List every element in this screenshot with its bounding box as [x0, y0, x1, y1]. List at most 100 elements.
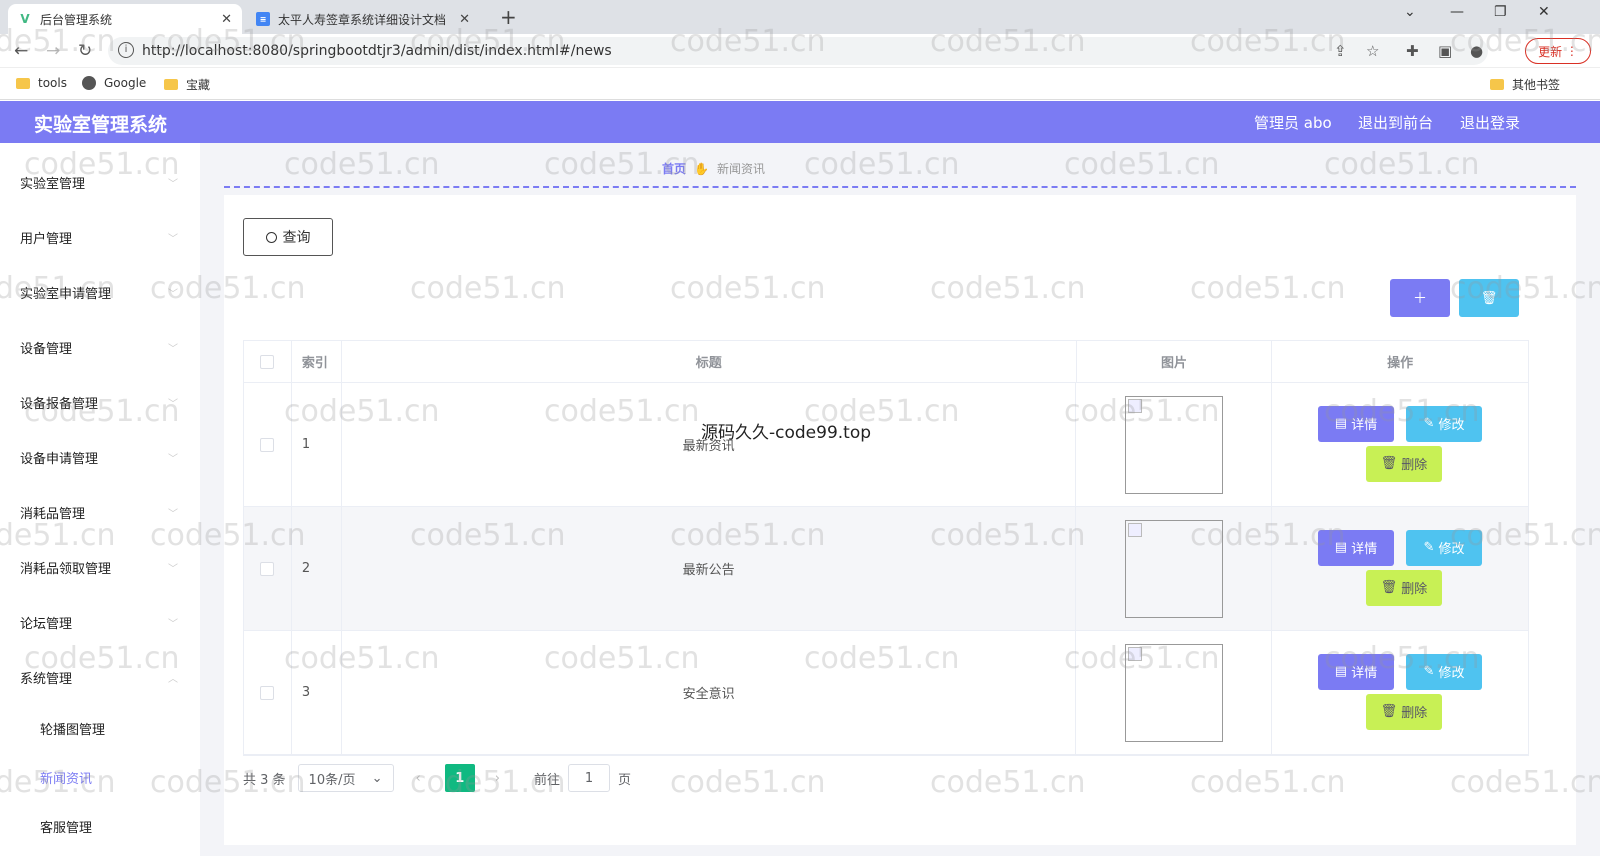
news-table: 索引 标题 图片 操作 1 最新资讯 ▤ 详情 ✎ 修改 🗑 删除 2 最新公告…: [243, 340, 1529, 756]
star-icon[interactable]: ☆: [1366, 42, 1379, 60]
bookmark-tools[interactable]: tools: [16, 76, 67, 90]
page-size-select[interactable]: 10条/页 ⌄: [297, 764, 394, 792]
prev-page-icon[interactable]: ‹: [416, 771, 421, 786]
browser-tab-admin[interactable]: V 后台管理系统 ✕: [8, 4, 242, 34]
row-actions: ▤ 详情 ✎ 修改 🗑 删除: [1272, 383, 1528, 506]
chevron-down-icon[interactable]: ⌄: [1404, 4, 1416, 20]
delete-button[interactable]: 🗑 删除: [1365, 445, 1442, 482]
row-title: 安全意识: [342, 631, 1077, 754]
sidebar-subitem-news[interactable]: 新闻资讯: [40, 768, 92, 787]
breadcrumb: 首页 ✋ 新闻资讯: [662, 160, 765, 177]
sidebar: 实验室管理 ﹀ 用户管理 ﹀ 实验室申请管理 ﹀ 设备管理 ﹀ 设备报备管理 ﹀…: [0, 143, 200, 856]
sidebar-item-lab-apply[interactable]: 实验室申请管理: [20, 283, 111, 302]
update-button[interactable]: 更新 ⋮: [1525, 38, 1591, 64]
logout-link[interactable]: 退出登录: [1460, 112, 1520, 133]
next-page-icon[interactable]: ›: [495, 771, 500, 786]
new-tab-icon[interactable]: +: [500, 5, 517, 29]
close-icon[interactable]: ✕: [221, 12, 232, 27]
sidebar-subitem-service[interactable]: 客服管理: [40, 817, 92, 836]
sidebar-item-consumable-claim[interactable]: 消耗品领取管理: [20, 558, 111, 577]
page-unit-label: 页: [617, 772, 631, 788]
sidebar-item-lab[interactable]: 实验室管理: [20, 173, 85, 192]
sidebar-item-system[interactable]: 系统管理: [20, 668, 72, 687]
row-image-cell: [1076, 383, 1272, 506]
reload-icon[interactable]: ↻: [78, 41, 92, 61]
table-row: 1 最新资讯 ▤ 详情 ✎ 修改 🗑 删除: [244, 383, 1528, 507]
bookmark-other[interactable]: 其他书签: [1490, 76, 1560, 93]
goto-label: 前往: [533, 772, 560, 788]
header-title: 标题: [342, 341, 1077, 382]
chevron-up-icon: ︿: [168, 674, 178, 685]
pager-total: 共 3 条: [243, 772, 286, 788]
batch-delete-button[interactable]: 🗑: [1459, 279, 1519, 317]
vue-icon: V: [20, 12, 30, 26]
extensions-icon[interactable]: ✚: [1406, 42, 1419, 60]
delete-button[interactable]: 🗑 删除: [1365, 569, 1442, 606]
row-image-cell: [1076, 631, 1272, 754]
chevron-down-icon: ﹀: [168, 564, 178, 575]
pencil-icon: ✎: [1423, 664, 1439, 679]
app-header: 实验室管理系统 管理员 abo 退出到前台 退出登录: [0, 101, 1600, 143]
query-button[interactable]: 查询: [243, 218, 333, 256]
back-arrow-icon[interactable]: ←: [14, 41, 28, 61]
chevron-down-icon: ﹀: [168, 289, 178, 300]
goto-page-input[interactable]: 1: [567, 764, 610, 792]
sidebar-subitem-carousel[interactable]: 轮播图管理: [40, 719, 105, 738]
row-title: 最新公告: [342, 507, 1077, 630]
tab-title: 后台管理系统: [40, 12, 113, 27]
delete-button[interactable]: 🗑 删除: [1365, 693, 1442, 730]
table-row: 3 安全意识 ▤ 详情 ✎ 修改 🗑 删除: [244, 631, 1528, 755]
bookmark-label: tools: [38, 76, 67, 90]
sidebar-item-devices[interactable]: 设备管理: [20, 338, 72, 357]
detail-button[interactable]: ▤ 详情: [1317, 653, 1394, 690]
restore-icon[interactable]: ❐: [1494, 4, 1507, 20]
bookmark-label: 其他书签: [1512, 78, 1561, 92]
browser-tab-doc[interactable]: ≡ 太平人寿签章系统详细设计文档 ✕: [246, 4, 480, 34]
pencil-icon: ✎: [1423, 416, 1439, 431]
minimize-icon[interactable]: —: [1450, 4, 1464, 20]
chevron-down-icon: ﹀: [168, 454, 178, 465]
overlay-text: 源码久久-code99.top: [701, 423, 872, 443]
plus-icon: ＋: [1413, 291, 1427, 307]
sidebar-item-forum[interactable]: 论坛管理: [20, 613, 72, 632]
bookmark-label: 宝藏: [186, 78, 211, 92]
row-checkbox[interactable]: [260, 561, 275, 576]
sidebar-item-device-apply[interactable]: 设备申请管理: [20, 448, 98, 467]
globe-icon: [82, 76, 96, 90]
page-number-current[interactable]: 1: [444, 764, 475, 792]
sidebar-item-users[interactable]: 用户管理: [20, 228, 72, 247]
share-icon[interactable]: ⇪: [1334, 42, 1347, 60]
detail-button[interactable]: ▤ 详情: [1317, 405, 1394, 442]
row-select-cell: [244, 507, 292, 630]
window-close-icon[interactable]: ✕: [1538, 4, 1550, 20]
app-title: 实验室管理系统: [34, 114, 168, 136]
sidebar-item-consumables[interactable]: 消耗品管理: [20, 503, 85, 522]
dashed-divider: [224, 186, 1576, 188]
row-checkbox[interactable]: [260, 685, 275, 700]
select-all-checkbox[interactable]: [260, 354, 275, 369]
detail-button[interactable]: ▤ 详情: [1317, 529, 1394, 566]
address-bar[interactable]: i http://localhost:8080/springbootdtjr3/…: [108, 37, 1488, 65]
close-icon[interactable]: ✕: [459, 12, 470, 27]
row-select-cell: [244, 383, 292, 506]
edit-button[interactable]: ✎ 修改: [1405, 529, 1482, 566]
row-checkbox[interactable]: [260, 437, 275, 452]
chevron-down-icon: ﹀: [168, 509, 178, 520]
back-to-front-link[interactable]: 退出到前台: [1358, 112, 1433, 133]
delete-label: 删除: [1401, 458, 1428, 473]
bookmark-google[interactable]: Google: [82, 76, 146, 90]
edit-button[interactable]: ✎ 修改: [1405, 653, 1482, 690]
add-button[interactable]: ＋: [1390, 279, 1450, 317]
edit-button[interactable]: ✎ 修改: [1405, 405, 1482, 442]
forward-arrow-icon[interactable]: →: [46, 41, 60, 61]
side-panel-icon[interactable]: ▣: [1438, 42, 1452, 60]
breadcrumb-home[interactable]: 首页: [662, 162, 686, 176]
profile-icon[interactable]: ●: [1470, 42, 1483, 60]
broken-image: [1124, 395, 1223, 494]
sidebar-item-device-report[interactable]: 设备报备管理: [20, 393, 98, 412]
tab-title: 太平人寿签章系统详细设计文档: [278, 12, 447, 27]
bookmark-treasure[interactable]: 宝藏: [164, 76, 210, 93]
broken-image-icon: [1127, 646, 1142, 661]
current-user: 管理员 abo: [1254, 114, 1332, 132]
info-icon[interactable]: i: [118, 42, 134, 58]
